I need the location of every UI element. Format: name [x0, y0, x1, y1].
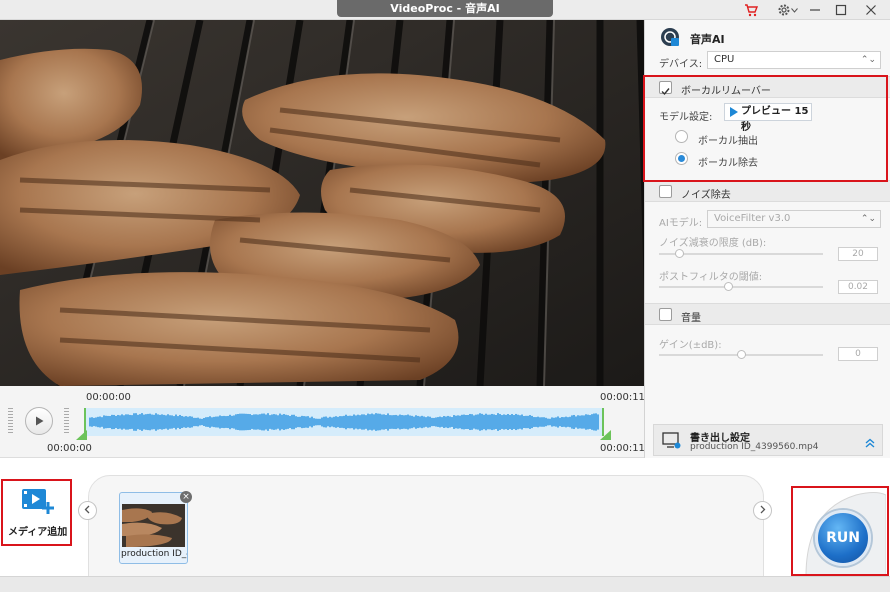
add-media-button[interactable]: メディア追加 [6, 482, 68, 542]
noise-removal-checkbox[interactable] [659, 185, 672, 198]
window-title: VideoProc - 音声AI [337, 0, 553, 17]
play-icon [730, 107, 738, 117]
trim-end-time: 00:00:11 [600, 443, 645, 454]
postfilter-value[interactable]: 0.02 [838, 280, 878, 294]
audio-waveform[interactable] [84, 408, 604, 436]
clip-filename: production ID_4399560.mp4 [121, 549, 187, 559]
noise-removal-title: ノイズ除去 [681, 190, 731, 201]
add-media-icon [21, 486, 55, 520]
timeline-end-time: 00:00:11 [600, 392, 645, 403]
close-icon[interactable] [862, 2, 880, 18]
volume-title: 音量 [681, 313, 701, 324]
cart-icon[interactable] [742, 2, 760, 18]
export-monitor-icon [662, 432, 682, 454]
minimize-icon[interactable] [806, 2, 824, 18]
media-clip-thumbnail[interactable]: × production ID_4399560.mp4 [119, 491, 192, 564]
run-button[interactable]: RUN [815, 510, 871, 566]
tray-next-button[interactable] [753, 501, 772, 520]
play-button[interactable] [25, 407, 53, 435]
vocal-remover-checkbox[interactable] [659, 81, 672, 96]
preview-label: プレビュー 15秒 [741, 106, 809, 133]
timeline-start-time: 00:00:00 [86, 392, 131, 403]
select-chevron-icon: ⌃⌄ [860, 55, 876, 65]
run-area: RUN [796, 490, 886, 576]
clip-preview-image [122, 504, 185, 547]
timeline-grip-left[interactable] [8, 408, 13, 434]
volume-header[interactable]: 音量 [645, 303, 890, 325]
audio-ai-icon [659, 26, 681, 52]
chevron-right-icon [760, 505, 766, 514]
volume-checkbox[interactable] [659, 308, 672, 321]
radio-vocal-remove[interactable] [675, 152, 688, 165]
gain-value[interactable]: 0 [838, 347, 878, 361]
gain-knob[interactable] [737, 350, 746, 359]
vocal-remover-title: ボーカルリムーバー [681, 86, 771, 97]
postfilter-knob[interactable] [723, 282, 733, 291]
timeline-grip-right[interactable] [64, 408, 69, 434]
waveform-graphic [89, 413, 599, 431]
timeline: 00:00:00 00:00:11 00:00:00 00:00:11 [0, 386, 645, 458]
export-filename: production ID_4399560.mp4 [690, 442, 819, 452]
postfilter-slider[interactable] [659, 286, 823, 288]
noise-reduction-label: ノイズ減衰の限度 (dB): [659, 238, 767, 249]
vocal-remove-label: ボーカル除去 [698, 158, 758, 169]
device-select[interactable]: CPU ⌃⌄ [707, 51, 881, 69]
panel-title: 音声AI [690, 33, 725, 46]
vocal-extract-label: ボーカル抽出 [698, 136, 758, 147]
export-settings[interactable]: 書き出し設定 production ID_4399560.mp4 [653, 424, 883, 456]
maximize-icon[interactable] [832, 2, 850, 18]
chevron-left-icon [84, 505, 90, 514]
vocal-remover-header[interactable]: ボーカルリムーバー [645, 76, 890, 98]
noise-removal-header[interactable]: ノイズ除去 [645, 180, 890, 202]
noise-reduction-knob[interactable] [674, 249, 684, 258]
video-frame-illustration [0, 20, 644, 386]
select-chevron-icon: ⌃⌄ [860, 214, 876, 224]
chevron-double-up-icon[interactable] [864, 434, 876, 453]
ai-model-value: VoiceFilter v3.0 [714, 213, 791, 224]
model-label: モデル設定: [659, 112, 713, 123]
device-value: CPU [714, 54, 735, 65]
postfilter-label: ポストフィルタの閾値: [659, 272, 763, 283]
radio-vocal-extract[interactable] [675, 130, 688, 143]
add-media-label: メディア追加 [8, 527, 68, 538]
trim-start-time: 00:00:00 [47, 443, 92, 454]
media-tray: メディア追加 × production ID_4399560.mp4 RUN [0, 458, 890, 592]
device-label: デバイス: [659, 59, 703, 70]
remove-clip-button[interactable]: × [180, 491, 192, 503]
play-icon [36, 416, 44, 426]
ai-model-label: AIモデル: [659, 218, 703, 229]
gain-label: ゲイン(±dB): [659, 340, 722, 351]
check-icon [661, 88, 670, 96]
title-bar: VideoProc - 音声AI [0, 0, 890, 20]
status-bar [0, 576, 890, 592]
tray-prev-button[interactable] [78, 501, 97, 520]
ai-model-select[interactable]: VoiceFilter v3.0 ⌃⌄ [707, 210, 881, 228]
chevron-down-icon[interactable] [789, 2, 799, 18]
noise-reduction-value[interactable]: 20 [838, 247, 878, 261]
audio-ai-panel: 音声AI デバイス: CPU ⌃⌄ ボーカルリムーバー モデル設定: プレビュー… [644, 20, 890, 458]
video-preview [0, 20, 644, 386]
trim-end-handle[interactable] [600, 430, 611, 440]
preview-15s-button[interactable]: プレビュー 15秒 [724, 103, 812, 133]
trim-start-handle[interactable] [76, 430, 87, 440]
